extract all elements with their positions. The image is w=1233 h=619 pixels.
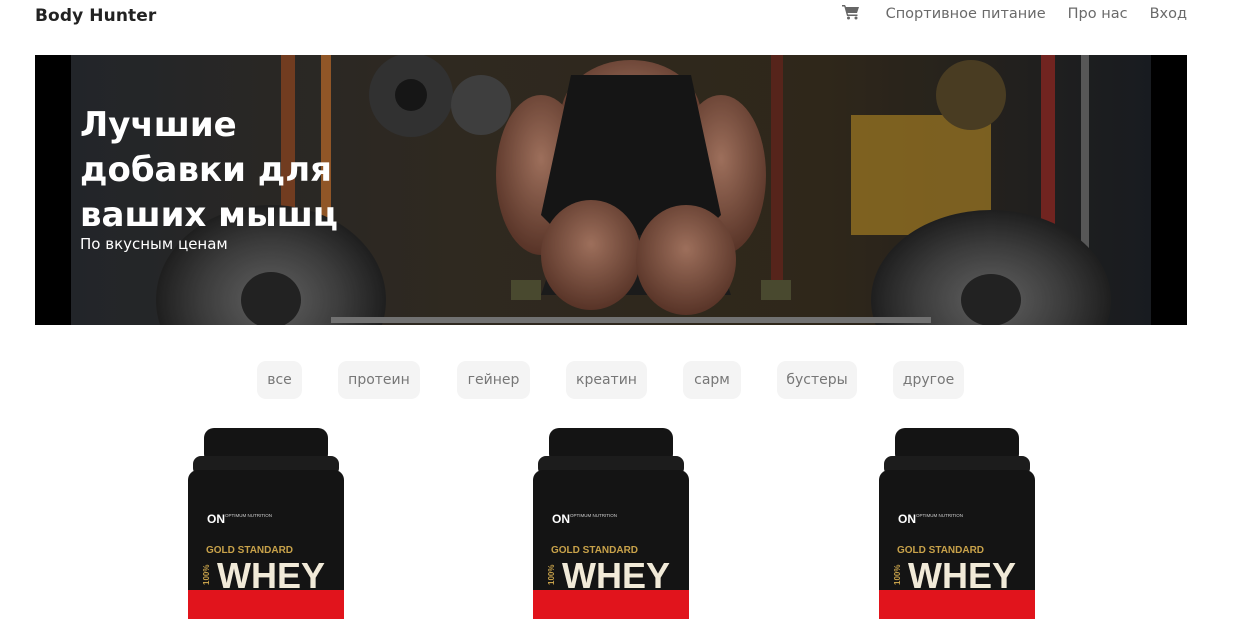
nav-links: Спортивное питание Про нас Вход xyxy=(841,4,1187,22)
svg-text:WHEY: WHEY xyxy=(908,555,1016,596)
svg-text:100%: 100% xyxy=(202,565,211,585)
whey-tub-image: ON OPTIMUM NUTRITION GOLD STANDARD 100% … xyxy=(188,428,344,619)
svg-text:100%: 100% xyxy=(893,565,902,585)
svg-text:ON: ON xyxy=(207,512,225,526)
shopping-cart-icon[interactable] xyxy=(841,4,860,20)
brand-logo[interactable]: Body Hunter xyxy=(35,6,156,26)
filter-sarm[interactable]: сарм xyxy=(683,361,741,399)
product-card[interactable]: ON OPTIMUM NUTRITION GOLD STANDARD 100% … xyxy=(876,424,1038,619)
category-filters: все протеин гейнер креатин сарм бустеры … xyxy=(0,361,1233,399)
whey-tub-image: ON OPTIMUM NUTRITION GOLD STANDARD 100% … xyxy=(533,428,689,619)
nav-link-sport-nutrition[interactable]: Спортивное питание xyxy=(886,6,1046,22)
hero-title: Лучшие добавки для ваших мышц xyxy=(80,105,339,235)
hero-subtitle: По вкусным ценам xyxy=(80,235,228,253)
svg-text:ON: ON xyxy=(552,512,570,526)
filter-gainer[interactable]: гейнер xyxy=(457,361,530,399)
svg-text:100%: 100% xyxy=(547,565,556,585)
filter-all[interactable]: все xyxy=(257,361,302,399)
whey-tub-image: ON OPTIMUM NUTRITION GOLD STANDARD 100% … xyxy=(879,428,1035,619)
svg-text:WHEY: WHEY xyxy=(562,555,670,596)
navbar: Body Hunter Спортивное питание Про нас В… xyxy=(0,0,1233,34)
svg-text:ON: ON xyxy=(898,512,916,526)
hero-banner: Лучшие добавки для ваших мышц По вкусным… xyxy=(35,55,1187,325)
filter-boosters[interactable]: бустеры xyxy=(777,361,857,399)
product-card[interactable]: ON OPTIMUM NUTRITION GOLD STANDARD 100% … xyxy=(530,424,692,619)
nav-link-login[interactable]: Вход xyxy=(1150,6,1187,22)
svg-text:OPTIMUM NUTRITION: OPTIMUM NUTRITION xyxy=(225,513,272,518)
filter-creatine[interactable]: креатин xyxy=(566,361,647,399)
svg-text:WHEY: WHEY xyxy=(217,555,325,596)
filter-protein[interactable]: протеин xyxy=(338,361,420,399)
product-card[interactable]: ON OPTIMUM NUTRITION GOLD STANDARD 100% … xyxy=(185,424,347,619)
nav-link-about[interactable]: Про нас xyxy=(1068,6,1128,22)
svg-text:OPTIMUM NUTRITION: OPTIMUM NUTRITION xyxy=(570,513,617,518)
filter-other[interactable]: другое xyxy=(893,361,964,399)
svg-text:OPTIMUM NUTRITION: OPTIMUM NUTRITION xyxy=(916,513,963,518)
